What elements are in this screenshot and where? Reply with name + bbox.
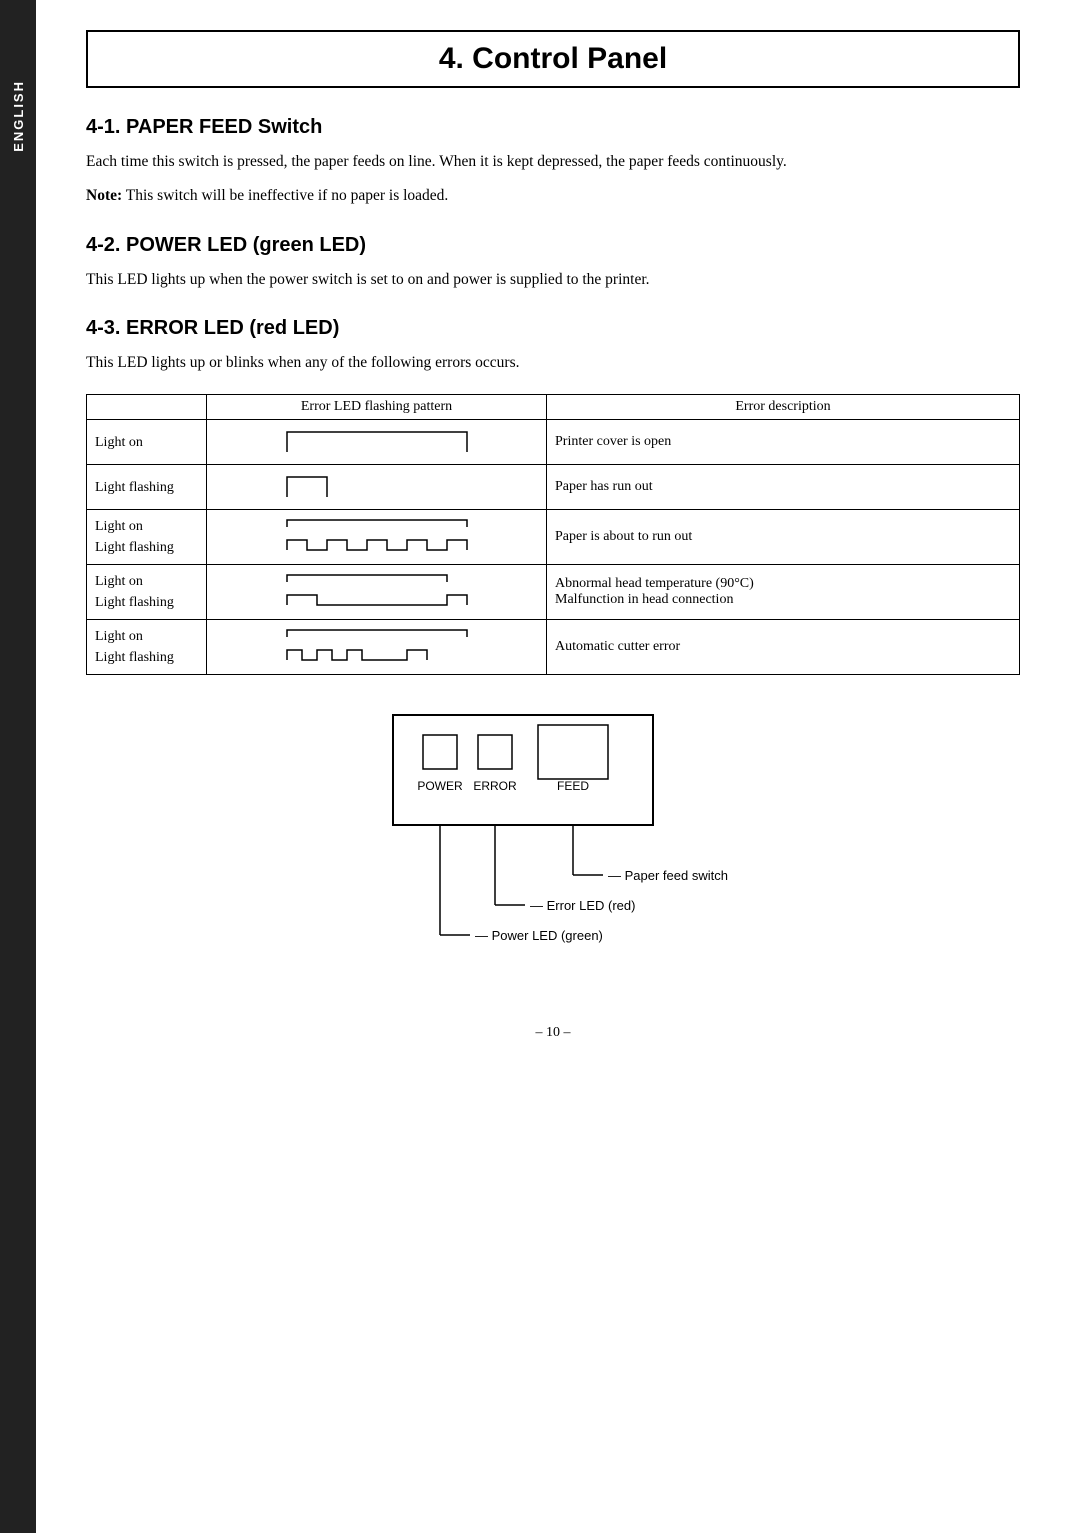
pattern-cell-4 [207, 565, 547, 620]
svg-text:— Paper feed switch: — Paper feed switch [608, 868, 728, 883]
svg-text:— Power LED (green): — Power LED (green) [475, 928, 603, 943]
section1-para1: Each time this switch is pressed, the pa… [86, 149, 1020, 175]
section1-note: Note: This switch will be ineffective if… [86, 183, 1020, 209]
diagram-section: POWER ERROR FEED — Paper feed switch — E… [86, 705, 1020, 995]
svg-text:— Error LED (red): — Error LED (red) [530, 898, 635, 913]
table-col3-header: Error description [547, 395, 1020, 420]
desc-cell-1: Printer cover is open [547, 420, 1020, 465]
table-col1-header [87, 395, 207, 420]
pattern-svg-5 [277, 622, 477, 672]
sidebar: ENGLISH [0, 0, 36, 1533]
desc-cell-3: Paper is about to run out [547, 510, 1020, 565]
table-row: Light on Light flashing [87, 565, 1020, 620]
light-status-cell: Light on Light flashing [87, 510, 207, 565]
page-number: – 10 – [86, 1025, 1020, 1041]
sidebar-label: ENGLISH [11, 80, 26, 152]
table-row: Light on Light flashing [87, 620, 1020, 675]
pattern-cell-3 [207, 510, 547, 565]
page-wrapper: ENGLISH 4. Control Panel 4-1. PAPER FEED… [0, 0, 1080, 1533]
note-bold: Note: [86, 187, 122, 204]
section-paper-feed: 4-1. PAPER FEED Switch Each time this sw… [86, 116, 1020, 210]
pattern-cell-5 [207, 620, 547, 675]
pattern-svg-2 [277, 467, 477, 507]
page-title-box: 4. Control Panel [86, 30, 1020, 88]
pattern-cell-1 [207, 420, 547, 465]
section-error-led: 4-3. ERROR LED (red LED) This LED lights… [86, 317, 1020, 675]
light-status-cell: Light flashing [87, 465, 207, 510]
desc-cell-2: Paper has run out [547, 465, 1020, 510]
light-status-cell: Light on Light flashing [87, 620, 207, 675]
note-text: This switch will be ineffective if no pa… [122, 187, 448, 204]
pattern-cell-2 [207, 465, 547, 510]
control-panel-diagram: POWER ERROR FEED — Paper feed switch — E… [313, 705, 793, 995]
table-row: Light on Printer cover is open [87, 420, 1020, 465]
table-col2-header: Error LED flashing pattern [207, 395, 547, 420]
svg-text:POWER: POWER [417, 779, 463, 793]
table-row: Light flashing Paper has run out [87, 465, 1020, 510]
pattern-svg-3 [277, 512, 477, 562]
light-status-cell: Light on [87, 420, 207, 465]
section2-heading: 4-2. POWER LED (green LED) [86, 234, 1020, 257]
pattern-svg-4 [277, 567, 477, 617]
error-table: Error LED flashing pattern Error descrip… [86, 394, 1020, 675]
desc-cell-5: Automatic cutter error [547, 620, 1020, 675]
desc-cell-4: Abnormal head temperature (90°C)Malfunct… [547, 565, 1020, 620]
table-row: Light on Light flashing [87, 510, 1020, 565]
svg-text:FEED: FEED [557, 779, 589, 793]
section3-para1: This LED lights up or blinks when any of… [86, 350, 1020, 376]
svg-text:ERROR: ERROR [473, 779, 517, 793]
section-power-led: 4-2. POWER LED (green LED) This LED ligh… [86, 234, 1020, 293]
pattern-svg-1 [277, 422, 477, 462]
section1-heading: 4-1. PAPER FEED Switch [86, 116, 1020, 139]
main-content: 4. Control Panel 4-1. PAPER FEED Switch … [36, 0, 1080, 1101]
light-status-cell: Light on Light flashing [87, 565, 207, 620]
section3-heading: 4-3. ERROR LED (red LED) [86, 317, 1020, 340]
page-title: 4. Control Panel [439, 42, 667, 75]
section2-para1: This LED lights up when the power switch… [86, 267, 1020, 293]
